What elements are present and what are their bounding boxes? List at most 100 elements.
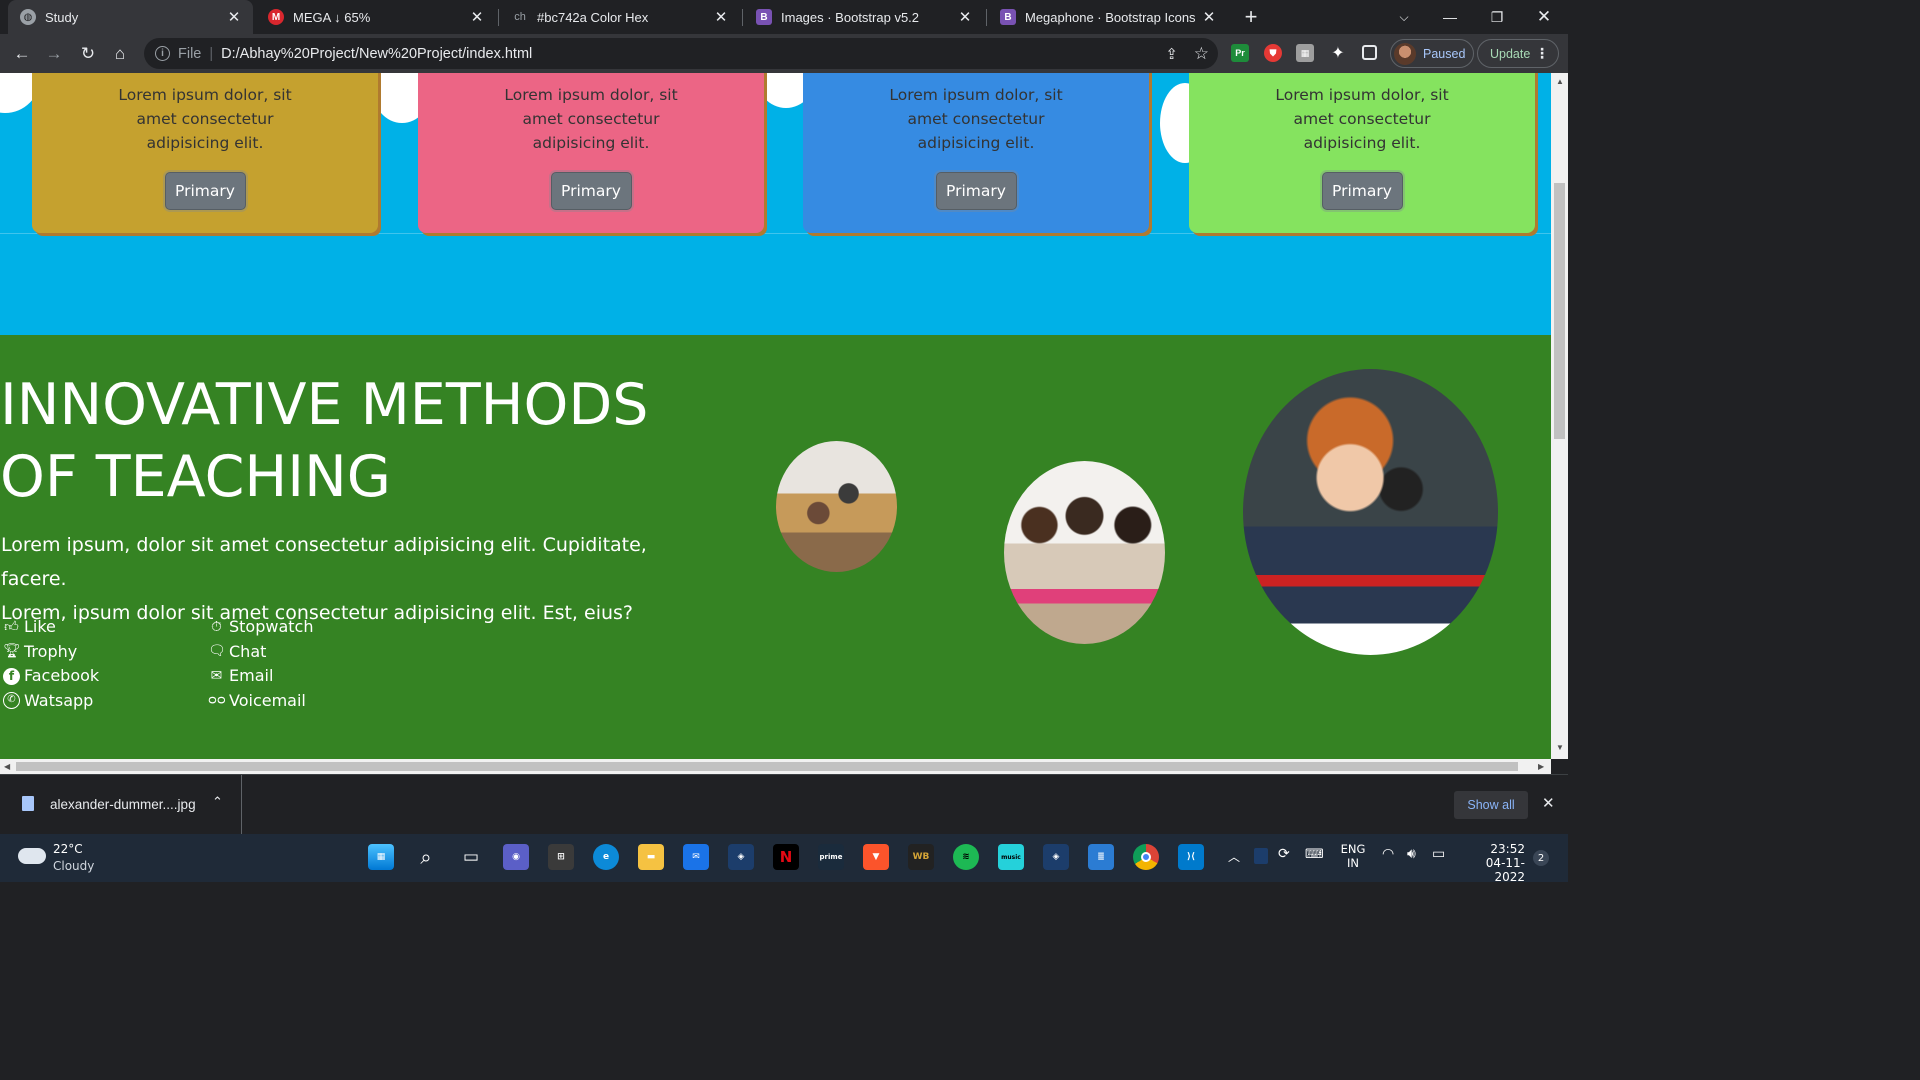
heading-line: INNOVATIVE METHODS — [0, 372, 649, 438]
tab-title: Megaphone · Bootstrap Icons — [1025, 9, 1196, 25]
horizontal-scrollbar[interactable]: ◀ ▶ — [0, 759, 1551, 774]
tab-bootstrap-icons[interactable]: B Megaphone · Bootstrap Icons ✕ — [988, 0, 1228, 34]
cloud-weather-icon[interactable] — [18, 848, 46, 864]
scroll-left-arrow-icon[interactable]: ◀ — [4, 762, 10, 771]
download-item[interactable]: alexander-dummer....jpg ⌃ — [0, 775, 242, 834]
scroll-up-arrow-icon[interactable]: ▲ — [1556, 77, 1564, 86]
info-icon[interactable]: i — [155, 46, 170, 61]
sync-icon[interactable]: ⟳ — [1278, 846, 1290, 862]
tab-title: Study — [45, 9, 79, 25]
tab-search-chevron-icon[interactable]: ⌵ — [1381, 0, 1427, 34]
page-viewport: Lorem ipsum dolor, sit amet consectetur … — [0, 73, 1551, 759]
tab-colorhex[interactable]: ch #bc742a Color Hex ✕ — [500, 0, 740, 34]
weather-temp[interactable]: 22°C — [53, 842, 83, 856]
scroll-down-arrow-icon[interactable]: ▼ — [1556, 743, 1564, 752]
vscode-icon[interactable]: ⟩⟨ — [1178, 844, 1204, 870]
icon-list: ⏱︎ Stopwatch 🗨︎ Chat ✉︎ Email ᴑᴑ Voicemail — [208, 615, 313, 713]
list-item-label: Trophy — [24, 641, 78, 661]
primary-button[interactable]: Primary — [1321, 172, 1403, 210]
close-tab-icon[interactable]: ✕ — [954, 8, 976, 26]
tab-mega[interactable]: M MEGA ↓ 65% ✕ — [256, 0, 496, 34]
store-icon[interactable]: ⊞ — [548, 844, 574, 870]
tab-study[interactable]: ◍ Study ✕ — [8, 0, 253, 34]
weather-desc[interactable]: Cloudy — [53, 859, 94, 873]
share-icon[interactable]: ⇪ — [1165, 45, 1178, 63]
app-icon[interactable]: ◈ — [728, 844, 754, 870]
language-indicator[interactable]: ENG IN — [1340, 842, 1366, 870]
feature-card: Lorem ipsum dolor, sit amet consectetur … — [32, 73, 378, 233]
address-bar[interactable]: i File | D:/Abhay%20Project/New%20Projec… — [144, 38, 1218, 69]
amazon-music-icon[interactable]: music — [998, 844, 1024, 870]
bookmark-star-icon[interactable]: ☆ — [1194, 44, 1209, 64]
prime-video-icon[interactable]: prime — [818, 844, 844, 870]
trophy-icon: 🏆︎ — [3, 643, 21, 660]
tab-title: Images · Bootstrap v5.2 — [781, 9, 920, 25]
close-icon[interactable]: ✕ — [1542, 794, 1555, 812]
close-window-button[interactable]: ✕ — [1521, 0, 1567, 34]
back-arrow-icon[interactable]: ← — [9, 41, 35, 67]
volume-icon[interactable]: 🔊︎ — [1407, 846, 1416, 862]
extension-pr-icon[interactable]: Pr — [1231, 44, 1249, 62]
brave-icon[interactable]: ▼ — [863, 844, 889, 870]
close-tab-icon[interactable]: ✕ — [1198, 8, 1220, 26]
close-tab-icon[interactable]: ✕ — [466, 8, 488, 26]
chrome-icon[interactable] — [1133, 844, 1159, 870]
tab-divider — [986, 9, 987, 26]
update-button[interactable]: Update ⋮ — [1477, 39, 1559, 68]
extension-gray-icon[interactable]: ▦ — [1296, 44, 1314, 62]
notification-badge[interactable]: 2 — [1533, 850, 1549, 866]
primary-button[interactable]: Primary — [935, 172, 1017, 210]
extension-shield-icon[interactable]: ⛊ — [1264, 44, 1282, 62]
envelope-open-icon: ✉︎ — [210, 667, 223, 684]
forward-arrow-icon[interactable]: → — [41, 41, 67, 67]
close-tab-icon[interactable]: ✕ — [710, 8, 732, 26]
tab-bootstrap-images[interactable]: B Images · Bootstrap v5.2 ✕ — [744, 0, 984, 34]
spotify-icon[interactable]: ≋ — [953, 844, 979, 870]
task-view-icon[interactable]: ▭ — [458, 844, 484, 870]
list-item-label: Chat — [229, 641, 267, 661]
keyboard-icon[interactable]: ⌨ — [1305, 847, 1324, 862]
app-icon[interactable]: ◈ — [1043, 844, 1069, 870]
reload-icon[interactable]: ↻ — [75, 41, 101, 67]
chevron-up-icon[interactable]: ⌃ — [212, 794, 223, 810]
file-explorer-icon[interactable]: ▬ — [638, 844, 664, 870]
extensions-puzzle-icon[interactable]: ✦ — [1329, 44, 1347, 62]
profile-button[interactable]: Paused — [1390, 39, 1474, 68]
minimize-button[interactable]: — — [1427, 0, 1473, 34]
list-item: 👍︎ Like — [3, 615, 99, 640]
chevron-up-icon[interactable]: ︿ — [1228, 848, 1240, 865]
show-all-button[interactable]: Show all — [1454, 791, 1528, 819]
new-tab-button[interactable]: + — [1238, 4, 1264, 30]
primary-button[interactable]: Primary — [550, 172, 632, 210]
scroll-right-arrow-icon[interactable]: ▶ — [1538, 762, 1544, 771]
edge-icon[interactable]: e — [593, 844, 619, 870]
side-panel-icon[interactable] — [1362, 45, 1377, 60]
card-text: Lorem ipsum dolor, sit amet consectetur … — [889, 86, 1063, 152]
update-label: Update — [1490, 46, 1531, 61]
clock[interactable]: 23:52 04-11-2022 — [1460, 842, 1525, 884]
tab-divider — [742, 9, 743, 26]
netflix-icon[interactable]: N — [773, 844, 799, 870]
battery-icon[interactable]: ▭ — [1432, 846, 1445, 862]
primary-button[interactable]: Primary — [164, 172, 246, 210]
search-icon[interactable]: ⌕ — [413, 844, 439, 870]
mail-icon[interactable]: ✉ — [683, 844, 709, 870]
wb-icon[interactable]: WB — [908, 844, 934, 870]
windows-start-icon[interactable]: ▦ — [368, 844, 394, 870]
notepad-icon[interactable]: ≣ — [1088, 844, 1114, 870]
scrollbar-thumb[interactable] — [1554, 183, 1565, 439]
tab-title: MEGA ↓ 65% — [293, 9, 371, 25]
scrollbar-thumb[interactable] — [16, 762, 1518, 771]
wifi-icon[interactable]: ◠ — [1382, 846, 1394, 862]
vertical-scrollbar[interactable]: ▲ ▼ — [1551, 73, 1568, 759]
kebab-menu-icon[interactable]: ⋮ — [1535, 45, 1549, 62]
list-item: ✉︎ Email — [208, 664, 313, 689]
restore-button[interactable]: ❐ — [1474, 0, 1520, 34]
home-icon[interactable]: ⌂ — [107, 41, 133, 67]
teams-chat-icon[interactable]: ◉ — [503, 844, 529, 870]
close-tab-icon[interactable]: ✕ — [223, 8, 245, 26]
icon-list: 👍︎ Like 🏆︎ Trophy f Facebook ✆ Watsapp — [3, 615, 99, 713]
curious-boy-photo — [1243, 369, 1498, 655]
tray-app-icon[interactable] — [1254, 848, 1268, 864]
mega-icon: M — [268, 9, 284, 25]
